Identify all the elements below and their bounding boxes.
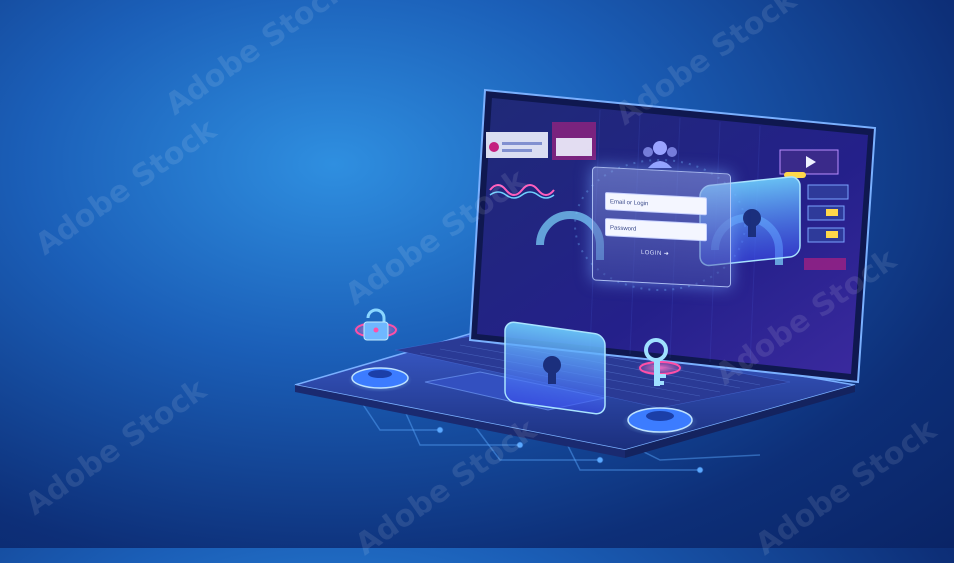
security-laptop-illustration [294,88,877,474]
login-button[interactable]: LOGIN ➜ [641,248,675,260]
password-field[interactable]: Password [605,218,707,242]
padlock-icon-floating [352,308,400,341]
login-form-card: Email or Login Password LOGIN ➜ [592,166,731,288]
email-field[interactable]: Email or Login [605,192,707,216]
login-button-label: LOGIN [641,249,662,258]
arrow-right-icon: ➜ [663,251,670,258]
avatar-icon [489,142,499,152]
gear-icon-left [348,367,412,392]
gear-icon-right [622,407,698,436]
